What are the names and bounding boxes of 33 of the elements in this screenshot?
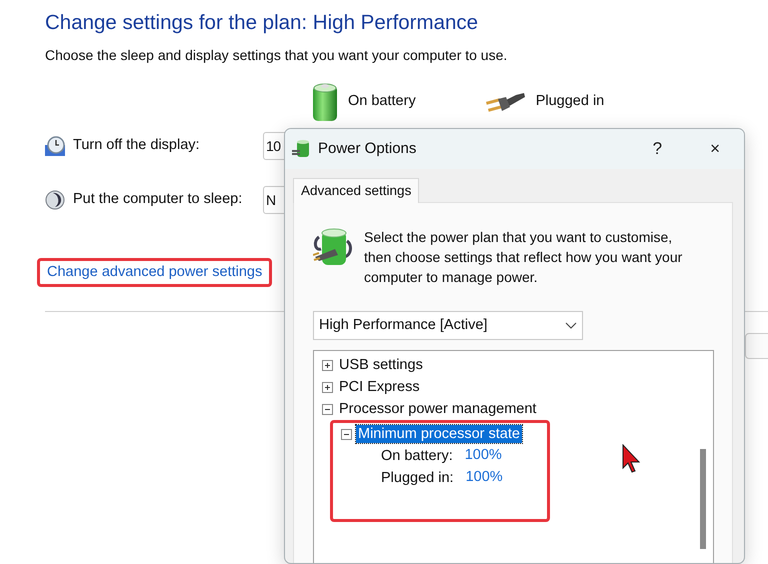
column-heading: On battery [348,92,416,111]
expand-icon[interactable] [322,360,333,371]
tree-item[interactable]: Plugged in: [379,469,456,488]
column-heading: Plugged in [536,92,604,111]
help-button[interactable]: ? [646,136,668,162]
close-button[interactable]: × [704,136,726,162]
setting-label: Turn off the display: [73,136,201,155]
plan-dropdown[interactable]: High Performance [Active] [313,311,583,340]
tree-item[interactable]: USB settings [337,356,425,374]
chevron-down-icon [565,322,577,330]
page-description: Choose the sleep and display settings that you want your computer to use. [45,46,508,65]
intro-text: Select the power plan that you want to customise, then choose settings that reflect how you want your computer to manage power. [364,228,684,288]
setting-value[interactable]: 100% [466,467,503,490]
dialog-title: Power Options [318,138,416,159]
collapse-icon[interactable] [341,428,352,440]
tree-item[interactable]: PCI Express [337,378,422,396]
battery-icon [312,82,338,122]
tree-item[interactable]: On battery: [379,447,455,466]
collapse-icon[interactable] [322,404,333,415]
moon-icon [45,190,65,210]
tab[interactable]: Advanced settings [293,178,420,204]
battery-plug-icon [313,227,353,268]
page-title: Change settings for the plan: High Performance [45,10,480,36]
expand-icon[interactable] [322,382,333,393]
battery-plug-icon [292,139,312,159]
setting-label: Put the computer to sleep: [73,190,244,209]
tree-item[interactable]: Minimum processor state [356,425,522,444]
setting-value[interactable]: 100% [464,445,502,468]
display-clock-icon [45,136,65,156]
advanced-settings-link[interactable]: Change advanced power settings [37,258,272,288]
cursor-icon [622,444,642,474]
scrollbar-thumb[interactable] [700,449,706,550]
tree-item[interactable]: Processor power management [337,400,538,418]
